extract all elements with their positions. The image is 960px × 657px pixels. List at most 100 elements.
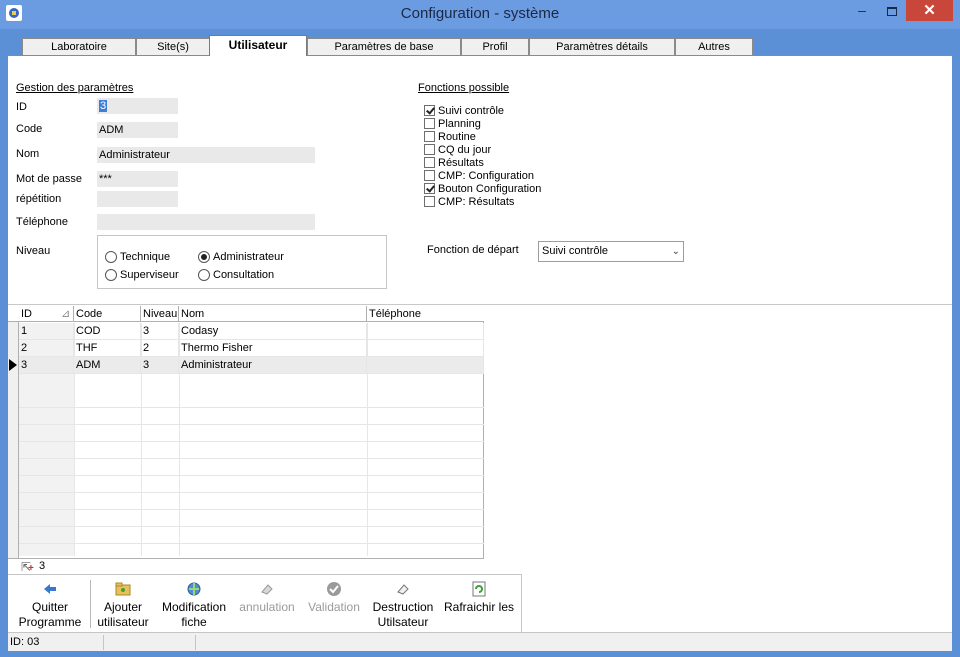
radio-administrateur[interactable]: Administrateur [198,251,284,264]
quit-button[interactable]: Quitter Programme [14,575,86,633]
phone-field[interactable] [97,214,315,230]
column-header-nom[interactable]: Nom [179,306,367,322]
id-label: ID [16,101,27,113]
code-field[interactable]: ADM [97,122,178,138]
checkbox-suivi-controle[interactable]: Suivi contrôle [424,105,504,118]
cell-nom: Thermo Fisher [179,340,367,357]
checkbox-bouton-configuration[interactable]: Bouton Configuration [424,183,541,196]
radio-administrateur-label: Administrateur [213,251,284,263]
checkbox-box [424,144,435,155]
checkbox-box [424,157,435,168]
refresh-icon [471,581,487,597]
checkbox-planning[interactable]: Planning [424,118,481,131]
cell-niveau: 2 [141,340,179,357]
new-row-icon[interactable]: ⇱ [21,560,34,574]
radio-consultation[interactable]: Consultation [198,269,274,282]
refresh-button[interactable]: Rafraichir les [442,575,516,633]
table-row[interactable]: 1 COD 3 Codasy [19,323,484,340]
column-header-id[interactable]: ID ⊿ [19,306,74,322]
modify-label: Modification fiche [161,600,227,629]
quit-label: Quitter Programme [18,600,82,629]
add-user-label: Ajouter utilisateur [97,600,149,629]
close-button[interactable]: ✕ [906,0,953,21]
check-circle-icon [326,581,342,597]
validate-button[interactable]: Validation [304,575,364,633]
status-bar: ID: 03 [8,632,952,651]
checkbox-label: CQ du jour [438,144,492,156]
table-row-current[interactable]: 3 ADM 3 Administrateur [19,357,484,374]
tab-profil[interactable]: Profil [461,38,529,56]
id-value: 3 [99,100,108,112]
cancel-button[interactable]: annulation [234,575,300,633]
checkbox-routine[interactable]: Routine [424,131,476,144]
title-bar: Configuration - système – ✕ [0,0,960,29]
delete-user-button[interactable]: Destruction Utilsateur [370,575,436,633]
repeat-field[interactable] [97,191,178,207]
cell-code: ADM [74,357,141,374]
cell-niveau: 3 [141,357,179,374]
section-divider [8,304,952,305]
action-toolbar: Quitter Programme Ajouter utilisateur Mo… [8,574,522,632]
grid-header: ID ⊿ Code Niveau Nom Téléphone [8,306,484,322]
status-pane [104,635,196,650]
radio-superviseur[interactable]: Superviseur [105,269,179,282]
radio-technique[interactable]: Technique [105,251,170,264]
radio-consultation-dot [198,269,210,281]
eraser-icon [395,581,411,597]
window-title: Configuration - système [400,5,560,22]
password-label: Mot de passe [16,173,83,185]
radio-technique-label: Technique [120,251,171,263]
checkbox-label: Bouton Configuration [438,183,542,195]
tab-parametres-details[interactable]: Paramètres détails [529,38,675,56]
column-header-code[interactable]: Code [74,306,141,322]
globe-edit-icon [186,581,202,597]
nom-field[interactable]: Administrateur [97,147,315,163]
radio-consultation-label: Consultation [213,269,275,281]
checkbox-cq-du-jour[interactable]: CQ du jour [424,144,491,157]
folder-add-icon [115,581,131,597]
cell-id: 3 [19,357,74,374]
checkbox-cmp-configuration[interactable]: CMP: Configuration [424,170,534,183]
minimize-button[interactable]: – [848,0,876,21]
cell-niveau: 3 [141,323,179,340]
radio-superviseur-dot [105,269,117,281]
column-header-label: ID [21,308,32,320]
checkbox-label: Suivi contrôle [438,105,505,117]
checkbox-resultats[interactable]: Résultats [424,157,484,170]
add-user-button[interactable]: Ajouter utilisateur [94,575,152,633]
tab-parametres-de-base[interactable]: Paramètres de base [307,38,461,56]
password-field[interactable]: *** [97,171,178,187]
cell-telephone [367,340,484,357]
cell-id: 1 [19,323,74,340]
cell-code: COD [74,323,141,340]
checkbox-cmp-resultats[interactable]: CMP: Résultats [424,196,514,209]
window-client: Laboratoire Site(s) Utilisateur Paramètr… [8,30,952,651]
users-grid[interactable]: ID ⊿ Code Niveau Nom Téléphone 1 COD 3 Co… [8,306,484,574]
cell-code: THF [74,340,141,357]
sort-icon: ⊿ [61,308,71,320]
id-field[interactable]: 3 [97,98,178,114]
niveau-group: Technique Administrateur Superviseur Con… [97,235,387,289]
modify-button[interactable]: Modification fiche [156,575,232,633]
delete-user-label: Destruction Utilsateur [372,600,434,629]
checkbox-box [424,118,435,129]
tab-autres[interactable]: Autres [675,38,753,56]
column-header-telephone[interactable]: Téléphone [367,306,484,322]
radio-technique-dot [105,251,117,263]
table-row[interactable]: 2 THF 2 Thermo Fisher [19,340,484,357]
checkbox-box [424,196,435,207]
tab-sites[interactable]: Site(s) [136,38,210,56]
radio-superviseur-label: Superviseur [120,269,179,281]
tab-laboratoire[interactable]: Laboratoire [22,38,136,56]
cell-id: 2 [19,340,74,357]
start-function-select[interactable]: Suivi contrôle ⌄ [538,241,684,262]
current-row-arrow-icon [9,359,17,371]
status-id: ID: 03 [8,635,104,650]
maximize-button[interactable] [878,0,906,21]
cell-nom: Administrateur [179,357,367,374]
column-header-niveau[interactable]: Niveau [141,306,179,322]
row-selector-column [8,306,19,574]
tab-utilisateur[interactable]: Utilisateur [209,35,307,56]
check-icon [424,183,435,194]
checkbox-label: Planning [438,118,481,130]
